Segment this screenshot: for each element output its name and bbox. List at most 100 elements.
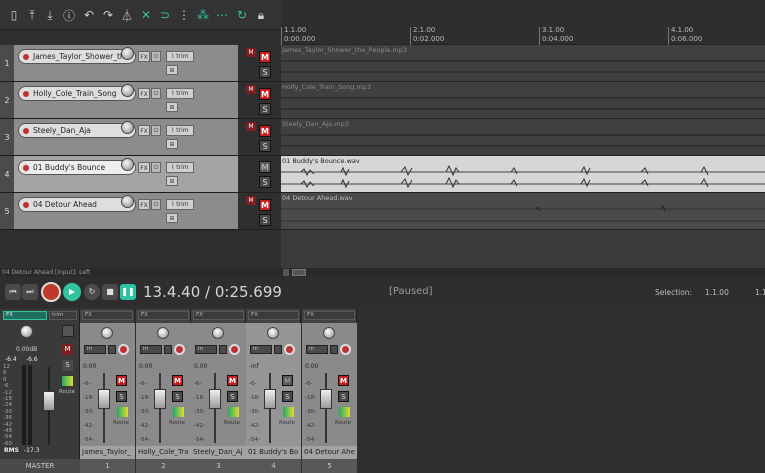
route-icon[interactable] — [173, 407, 184, 417]
route-icon[interactable] — [283, 407, 294, 417]
volume-knob[interactable] — [121, 47, 134, 60]
strip-solo-button[interactable]: S — [227, 391, 238, 402]
routing-icon[interactable]: ⊞ — [166, 65, 178, 75]
volume-knob[interactable] — [121, 158, 134, 171]
strip-mute-button[interactable]: M — [338, 375, 349, 386]
strip-fx-button[interactable]: FX — [193, 311, 244, 320]
open-project-icon[interactable]: ⤒ — [23, 6, 41, 24]
fx-button[interactable]: FX — [138, 125, 150, 136]
redo-icon[interactable]: ↷ — [99, 6, 117, 24]
fx-button[interactable]: FX — [138, 51, 150, 62]
route-icon[interactable] — [339, 407, 350, 417]
strip-mute-button[interactable]: M — [282, 375, 293, 386]
automation-mode-button[interactable]: ⌇ trim — [166, 51, 194, 62]
input-fx-button[interactable] — [330, 345, 338, 354]
pan-knob[interactable] — [101, 327, 113, 339]
route-icon[interactable] — [228, 407, 239, 417]
automation-mode-button[interactable]: ⌇ trim — [166, 88, 194, 99]
timeline-ruler[interactable]: 1.1.00 0:00.000 2.1.00 0:02.000 3.1.00 0… — [281, 0, 765, 45]
routing-icon[interactable]: ⊞ — [166, 176, 178, 186]
track-panel[interactable]: 01 Buddy's Bounce FX ⏻ ⌇ trim ⊞ — [14, 156, 238, 192]
selection-start[interactable]: 1.1.00 — [705, 288, 729, 297]
input-fx-button[interactable] — [274, 345, 282, 354]
track-row[interactable]: 5 04 Detour Ahead FX ⏻ ⌇ trim ⊞ M M S — [0, 193, 281, 230]
pan-knob[interactable] — [267, 327, 279, 339]
automation-mode-button[interactable]: ⌇ trim — [166, 162, 194, 173]
volume-knob[interactable] — [121, 84, 134, 97]
media-item[interactable]: 04 Detour Ahead.wav — [281, 193, 765, 230]
mute-button[interactable]: M — [259, 88, 271, 100]
automation-mode-button[interactable]: ⌇ trim — [166, 199, 194, 210]
lock-icon[interactable]: 🔒︎ — [252, 6, 270, 24]
automation-mode-button[interactable]: ⌇ trim — [166, 125, 194, 136]
solo-button[interactable]: S — [259, 140, 271, 152]
metronome-icon[interactable]: ⏃ — [118, 6, 136, 24]
track-row[interactable]: 3 Steely_Dan_Aja FX ⏻ ⌇ trim ⊞ M M S — [0, 119, 281, 156]
new-project-icon[interactable]: ▯ — [5, 6, 23, 24]
fx-button[interactable]: FX — [138, 162, 150, 173]
volume-knob[interactable] — [121, 195, 134, 208]
go-to-start-button[interactable]: ⏮ — [5, 284, 21, 300]
snap-icon[interactable]: ⊃ — [156, 6, 174, 24]
solo-button[interactable]: S — [259, 214, 271, 226]
track-name-field[interactable]: James_Taylor_Shower_th — [18, 49, 136, 64]
master-pan-knob[interactable] — [20, 325, 33, 338]
fx-bypass-button[interactable]: ⏻ — [151, 125, 161, 136]
strip-fx-button[interactable]: FX — [82, 311, 133, 320]
mute-button[interactable]: M — [259, 161, 271, 173]
strip-solo-button[interactable]: S — [338, 391, 349, 402]
record-arm-button[interactable] — [21, 163, 31, 173]
track-row[interactable]: 2 Holly_Cole_Train_Song FX ⏻ ⌇ trim ⊞ M … — [0, 82, 281, 119]
project-settings-icon[interactable]: ⓘ — [60, 6, 78, 24]
stop-button[interactable]: ■ — [102, 284, 118, 300]
media-item[interactable]: Holly_Cole_Train_Song.mp3 — [281, 82, 765, 119]
solo-button[interactable]: S — [259, 176, 271, 188]
volume-fader[interactable] — [264, 389, 276, 409]
master-mute-button[interactable]: M — [62, 344, 73, 355]
save-icon[interactable]: ⤓ — [41, 6, 59, 24]
input-button[interactable]: in — [84, 345, 106, 354]
repeat-button[interactable]: ↻ — [84, 284, 100, 300]
loop-icon[interactable]: ↻ — [233, 6, 251, 24]
route-icon[interactable] — [117, 407, 128, 417]
record-arm-button[interactable] — [21, 126, 31, 136]
master-route-icon[interactable] — [62, 376, 73, 386]
scroll-left-icon[interactable] — [283, 269, 289, 276]
grid-icon[interactable]: ⋯ — [213, 6, 231, 24]
play-button[interactable]: ▶ — [63, 283, 81, 301]
track-row[interactable]: 1 James_Taylor_Shower_th FX ⏻ ⌇ trim ⊞ M… — [0, 45, 281, 82]
master-io-icon[interactable] — [62, 325, 74, 337]
strip-solo-button[interactable]: S — [172, 391, 183, 402]
track-name-field[interactable]: 04 Detour Ahead — [18, 197, 136, 212]
track-panel[interactable]: Holly_Cole_Train_Song FX ⏻ ⌇ trim ⊞ — [14, 82, 238, 118]
input-fx-button[interactable] — [108, 345, 116, 354]
master-trim-button[interactable]: trim — [49, 311, 77, 320]
ripple-icon[interactable]: ✕ — [137, 6, 155, 24]
strip-mute-button[interactable]: M — [172, 375, 183, 386]
track-panel[interactable]: James_Taylor_Shower_th FX ⏻ ⌇ trim ⊞ — [14, 45, 238, 81]
fx-bypass-button[interactable]: ⏻ — [151, 162, 161, 173]
scroll-thumb[interactable] — [292, 269, 306, 276]
strip-fx-button[interactable]: FX — [248, 311, 299, 320]
go-to-end-button[interactable]: ⏭ — [22, 284, 38, 300]
strip-record-arm-button[interactable] — [284, 344, 295, 355]
media-item[interactable]: Steely_Dan_Aja.mp3 — [281, 119, 765, 156]
strip-record-arm-button[interactable] — [118, 344, 129, 355]
master-solo-button[interactable]: S — [62, 360, 73, 371]
volume-fader[interactable] — [320, 389, 332, 409]
input-button[interactable]: in — [250, 345, 272, 354]
track-row-selected[interactable]: 4 01 Buddy's Bounce FX ⏻ ⌇ trim ⊞ M S — [0, 156, 281, 193]
record-arm-button[interactable] — [21, 52, 31, 62]
input-fx-button[interactable] — [164, 345, 172, 354]
solo-button[interactable]: S — [259, 103, 271, 115]
volume-fader[interactable] — [98, 389, 110, 409]
track-panel[interactable]: 04 Detour Ahead FX ⏻ ⌇ trim ⊞ — [14, 193, 238, 229]
fx-button[interactable]: FX — [138, 199, 150, 210]
horizontal-scrollbar[interactable] — [281, 268, 765, 277]
routing-icon[interactable]: ⊞ — [166, 139, 178, 149]
mute-button[interactable]: M — [259, 125, 271, 137]
auto-crossfade-icon[interactable]: ⁂ — [194, 6, 212, 24]
solo-button[interactable]: S — [259, 66, 271, 78]
strip-record-arm-button[interactable] — [229, 344, 240, 355]
routing-icon[interactable]: ⊞ — [166, 102, 178, 112]
